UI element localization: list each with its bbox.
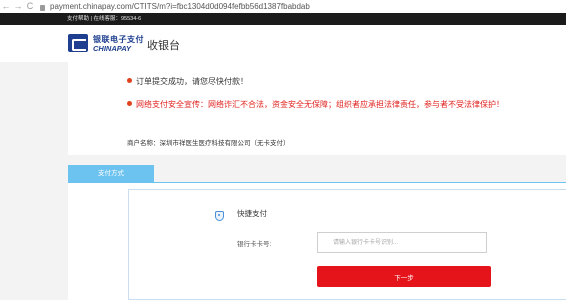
top-help-bar: 支付帮助 | 在线客服：95534-6: [0, 13, 566, 25]
security-warning: 网络支付安全宣传：网络诈汇不合法，资金安全无保障；组织者应承担法律责任，参与者不…: [127, 99, 504, 110]
quick-pay-label: 快捷支付: [237, 209, 267, 218]
lock-icon[interactable]: [40, 4, 45, 11]
reload-icon[interactable]: C: [24, 0, 36, 13]
tab-payment-method[interactable]: 支付方式: [68, 165, 154, 183]
tab-bar: 支付方式: [68, 165, 566, 183]
card-number-input[interactable]: [317, 232, 487, 253]
payment-panel: 快捷支付 银行卡卡号: 下一步: [68, 183, 566, 300]
url-field[interactable]: payment.chinapay.com/CTITS/m?i=fbc1304d0…: [50, 2, 310, 11]
page-title: 收银台: [147, 40, 180, 52]
success-notice: 订单提交成功，请您尽快付款！: [127, 76, 248, 87]
order-info-panel: 订单提交成功，请您尽快付款！ 网络支付安全宣传：网络诈汇不合法，资金安全无保障；…: [68, 62, 566, 155]
chinapay-logo-icon: [68, 34, 88, 52]
logo-english-text: CHINAPAY: [93, 44, 132, 53]
success-notice-text: 订单提交成功，请您尽快付款！: [136, 77, 248, 86]
pin-icon: [127, 101, 132, 106]
header: 银联电子支付 CHINAPAY 收银台: [0, 25, 566, 62]
help-links[interactable]: 支付帮助 | 在线客服：95534-6: [67, 16, 141, 22]
pin-icon: [127, 78, 132, 83]
forward-icon[interactable]: →: [12, 0, 24, 13]
next-step-button[interactable]: 下一步: [317, 266, 491, 287]
card-number-label: 银行卡卡号:: [237, 241, 272, 248]
merchant-name: 商户名称：深圳市祥医生医疗科技有限公司（无卡支付）: [127, 140, 290, 147]
back-icon[interactable]: ←: [0, 0, 12, 13]
security-warning-text: 网络支付安全宣传：网络诈汇不合法，资金安全无保障；组织者应承担法律责任，参与者不…: [136, 100, 504, 109]
shield-icon: [215, 211, 224, 221]
browser-address-bar: ← → C payment.chinapay.com/CTITS/m?i=fbc…: [0, 0, 566, 13]
quick-pay-box: 快捷支付 银行卡卡号: 下一步: [128, 189, 566, 300]
